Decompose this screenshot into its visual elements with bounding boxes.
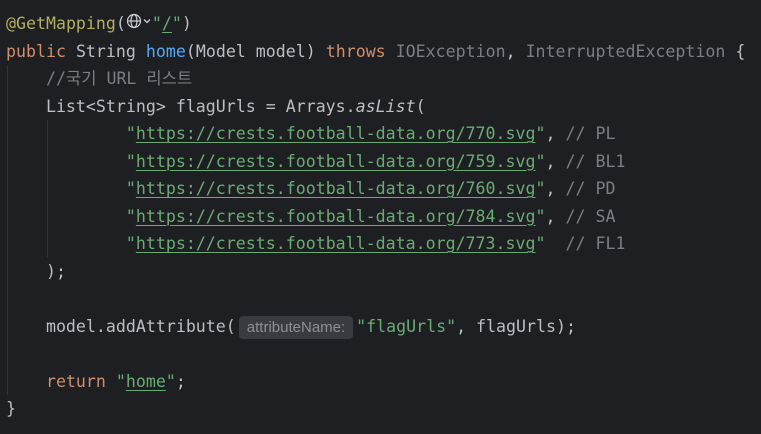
view-name-link[interactable]: home [126, 372, 166, 391]
crest-url-link[interactable]: https://crests.football-data.org/760.svg [136, 179, 536, 198]
endpoint-actions-button[interactable] [126, 13, 152, 29]
comment: // PL [565, 124, 616, 143]
string-quote: " [535, 206, 546, 226]
code-editor[interactable]: @GetMapping("/") public String home(Mode… [0, 0, 761, 434]
comment: // PD [565, 179, 616, 198]
globe-icon [126, 13, 142, 29]
paren-open: ( [415, 96, 426, 116]
string-quote: " [151, 14, 162, 33]
code-line: return "home"; [6, 368, 761, 396]
parameter-name-hint: attributeName: [238, 315, 354, 339]
string-quote: " [125, 179, 136, 198]
code-line: "https://crests.football-data.org/770.sv… [6, 120, 761, 148]
separator: , [545, 124, 566, 143]
annotation-name: @GetMapping [6, 14, 116, 33]
code-line: public String home(Model model) throws I… [6, 38, 761, 66]
keyword-throws: throws [325, 41, 386, 61]
string-quote: " [125, 151, 136, 171]
exception-type: IOException [385, 41, 506, 61]
code-line: model.addAttribute(attributeName: "flagUr… [6, 313, 761, 341]
string-quote: " [125, 234, 136, 253]
add-attribute-call: model.addAttribute( [45, 316, 236, 336]
string-quote: " [125, 124, 136, 143]
annotation-paren-close: ) [181, 14, 192, 33]
code-line: "https://crests.football-data.org/760.sv… [6, 175, 761, 203]
list-declaration: List<String> flagUrls = Arrays. [45, 96, 356, 116]
code-line: } [6, 395, 761, 423]
separator: , [545, 151, 566, 171]
code-line: @GetMapping( "/") [6, 10, 761, 38]
crest-url-link[interactable]: https://crests.football-data.org/773.svg [136, 234, 536, 253]
brace-open: { [725, 41, 746, 61]
exception-type: InterruptedException [525, 41, 726, 61]
string-quote: " [535, 124, 546, 143]
crest-url-link[interactable]: https://crests.football-data.org/770.svg [136, 124, 536, 143]
mapping-path-link[interactable]: / [162, 14, 172, 33]
annotation-paren-open: ( [115, 14, 126, 33]
crest-url-link[interactable]: https://crests.football-data.org/784.svg [136, 207, 536, 226]
string-quote: " [535, 179, 546, 198]
code-line: ); [6, 258, 761, 286]
semicolon: ; [175, 371, 186, 391]
code-line: "https://crests.football-data.org/784.sv… [6, 203, 761, 231]
indent-guide [47, 120, 48, 257]
chevron-down-icon [143, 19, 151, 24]
code-line: List<String> flagUrls = Arrays.asList( [6, 93, 761, 121]
indent-guide [7, 65, 8, 395]
string-quote: " [171, 14, 182, 33]
string-literal: "flagUrls" [356, 316, 457, 336]
code-line: "https://crests.football-data.org/759.sv… [6, 148, 761, 176]
method-name: home [145, 41, 186, 61]
separator: , [545, 179, 566, 198]
keyword-public: public [6, 41, 66, 61]
return-type: String [65, 41, 146, 61]
method-parameters: (Model model) [185, 41, 326, 61]
separator: , [505, 41, 526, 61]
string-quote: " [105, 371, 126, 391]
code-line: //국기 URL 리스트 [6, 65, 761, 93]
string-quote: " [535, 151, 546, 171]
call-args-close: , flagUrls); [456, 316, 576, 336]
comment: //국기 URL 리스트 [45, 69, 193, 88]
string-quote: " [125, 206, 136, 226]
comment: // BL1 [565, 151, 626, 171]
code-line: "https://crests.football-data.org/773.sv… [6, 230, 761, 258]
string-quote: " [535, 234, 546, 253]
string-quote: " [165, 371, 176, 391]
comment: // FL1 [565, 234, 626, 253]
separator [546, 234, 566, 253]
comment: // SA [565, 206, 616, 226]
keyword-return: return [45, 371, 106, 391]
crest-url-link[interactable]: https://crests.football-data.org/759.svg [136, 152, 536, 171]
separator: , [545, 206, 566, 226]
static-method-call: asList [355, 96, 416, 116]
brace-close: } [6, 399, 16, 418]
paren-close: ); [45, 261, 66, 281]
